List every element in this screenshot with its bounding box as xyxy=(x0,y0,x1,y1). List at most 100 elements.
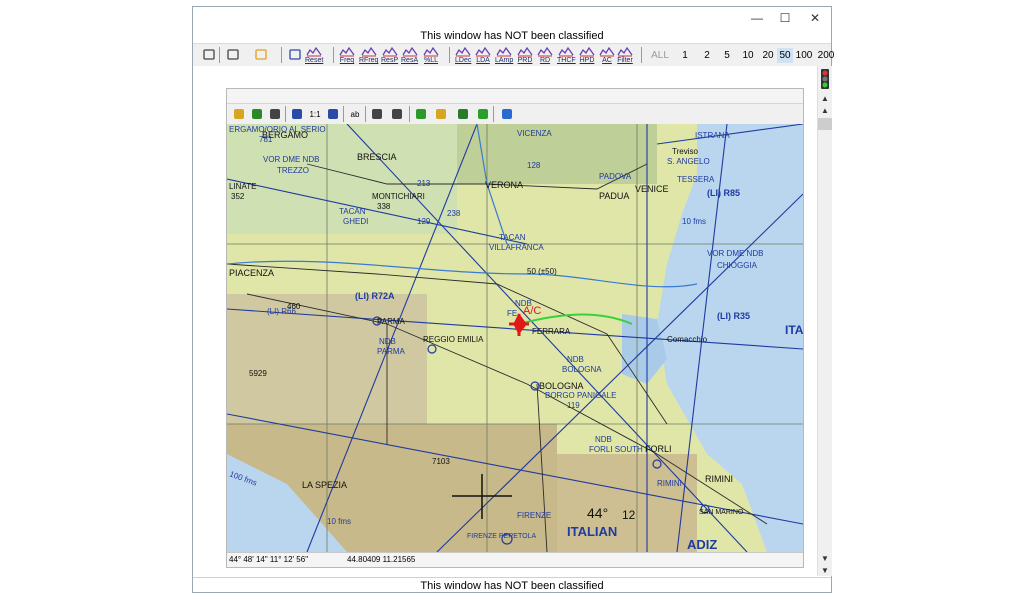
label-brescia: BRESCIA xyxy=(357,152,397,162)
label-chioggia-vor: VOR DME NDB xyxy=(707,249,763,258)
label-bologna: BOLOGNA xyxy=(539,381,584,391)
lamp-label: LAmp xyxy=(495,57,514,64)
clear-icon[interactable] xyxy=(413,106,429,122)
traffic-light-icon xyxy=(818,68,832,90)
close-button[interactable]: ✕ xyxy=(801,7,829,29)
filter-button[interactable]: Filter xyxy=(617,46,633,64)
label-bologna-ndb: BOLOGNA xyxy=(562,365,602,374)
lock-button[interactable] xyxy=(201,46,217,64)
label-aircraft: A/C xyxy=(523,305,541,317)
resp-icon xyxy=(382,46,398,57)
map-toolbar-separator xyxy=(343,106,344,122)
label-7103: 7103 xyxy=(432,457,450,466)
lamp-button[interactable]: LAmp xyxy=(495,46,513,64)
title-bar[interactable]: — ☐ ✕ xyxy=(193,7,831,29)
label-338: 338 xyxy=(377,202,391,211)
label-50: 50 (±50) xyxy=(527,267,557,276)
resa-icon xyxy=(402,46,418,57)
pctll-button[interactable]: %LL xyxy=(423,46,439,64)
thcf-button[interactable]: THCF xyxy=(557,46,576,64)
label-10fms: 10 fms xyxy=(682,217,706,226)
maximize-button[interactable]: ☐ xyxy=(771,7,799,29)
zoom-in-icon[interactable] xyxy=(289,106,305,122)
ldec-label: LDec xyxy=(455,57,472,64)
scroll-thumb[interactable] xyxy=(818,118,832,130)
label-ndb-forli: NDB xyxy=(595,435,612,444)
globe-icon[interactable] xyxy=(499,106,515,122)
label-montichiari: MONTICHIARI xyxy=(372,192,425,201)
save-image-icon[interactable] xyxy=(455,106,471,122)
scroll-top-button[interactable]: ▲ xyxy=(818,92,832,104)
range-100-button[interactable]: 100 xyxy=(793,48,815,63)
map-layer-icon[interactable] xyxy=(249,106,265,122)
label-forli-south: FORLI SOUTH xyxy=(589,445,643,454)
reset-button[interactable]: Reset xyxy=(305,46,323,64)
minimize-button[interactable]: — xyxy=(743,7,771,29)
range-200-button[interactable]: 200 xyxy=(815,48,837,63)
thcf-label: THCF xyxy=(557,57,576,64)
resp-button[interactable]: ResP xyxy=(381,46,398,64)
hpd-button[interactable]: HPD xyxy=(579,46,595,64)
person-icon[interactable] xyxy=(475,106,491,122)
vertical-scrollbar[interactable]: ▲ ▲ ▼ ▼ xyxy=(817,66,832,576)
label-forli: FORLI xyxy=(645,444,672,454)
label-sanmarino: SAN MARINO xyxy=(699,509,744,516)
map-view[interactable]: ERGAMO/ORIO AL SERIO 781 VOR DME NDB TRE… xyxy=(227,124,803,552)
rfreq-button[interactable]: RFreq xyxy=(359,46,378,64)
label-piacenza: PIACENZA xyxy=(229,268,274,278)
label-trezzo: TREZZO xyxy=(277,166,309,175)
range-10-button[interactable]: 10 xyxy=(739,48,757,63)
measure-icon[interactable] xyxy=(369,106,385,122)
range-all-button[interactable]: ALL xyxy=(649,48,671,63)
label-firenze: FIRENZE xyxy=(517,511,551,520)
pen-color-button[interactable] xyxy=(253,46,269,64)
toolbar-separator xyxy=(333,47,334,63)
label-213: 213 xyxy=(417,179,431,188)
map-toolbar-separator xyxy=(493,106,494,122)
classification-banner-bottom: This window has NOT been classified xyxy=(193,577,831,594)
range-50-button[interactable]: 50 xyxy=(777,48,793,63)
pctll-label: %LL xyxy=(423,57,438,64)
rd-label: RD xyxy=(539,57,551,64)
resa-button[interactable]: ResA xyxy=(401,46,418,64)
label-ital: ITAL xyxy=(785,323,803,337)
pan-hand-icon[interactable] xyxy=(389,106,405,122)
range-5-button[interactable]: 5 xyxy=(719,48,735,63)
ac-button[interactable]: AC xyxy=(599,46,615,64)
prd-button[interactable]: PRD xyxy=(517,46,533,64)
label-352: 352 xyxy=(231,192,245,201)
thcf-icon xyxy=(558,46,574,57)
zoom-out-icon[interactable] xyxy=(325,106,341,122)
open-folder-icon[interactable] xyxy=(231,106,247,122)
toolbar-separator xyxy=(219,47,220,63)
scroll-bottom-button[interactable]: ▼ xyxy=(818,564,832,576)
label-verona: VERONA xyxy=(485,180,523,190)
scroll-up-button[interactable]: ▲ xyxy=(818,104,832,116)
open-file-icon[interactable] xyxy=(433,106,449,122)
printer-button[interactable] xyxy=(225,46,241,64)
range-20-button[interactable]: 20 xyxy=(759,48,777,63)
grid-icon[interactable] xyxy=(267,106,283,122)
rd-button[interactable]: RD xyxy=(537,46,553,64)
toolbar-separator xyxy=(449,47,450,63)
label-borgo: BORGO PANIGALE xyxy=(545,391,616,400)
scroll-down-button[interactable]: ▼ xyxy=(818,552,832,564)
lda-button[interactable]: LDA xyxy=(475,46,491,64)
aeronautical-chart[interactable]: ERGAMO/ORIO AL SERIO 781 VOR DME NDB TRE… xyxy=(227,124,803,552)
select-button[interactable] xyxy=(287,46,303,64)
label-parma-ndb: PARMA xyxy=(377,347,406,356)
label-ferrara: FERRARA xyxy=(532,327,571,336)
classification-banner-top: This window has NOT been classified xyxy=(420,30,604,42)
ac-icon xyxy=(599,46,615,57)
label-238: 238 xyxy=(447,209,461,218)
label-villafranca: VILLAFRANCA xyxy=(489,243,544,252)
label-chioggia: CHIOGGIA xyxy=(717,261,758,270)
one-to-one-icon[interactable]: 1:1 xyxy=(307,106,323,122)
ldec-button[interactable]: LDec xyxy=(455,46,471,64)
range-1-button[interactable]: 1 xyxy=(677,48,693,63)
freq-button[interactable]: Freq xyxy=(339,46,355,64)
range-2-button[interactable]: 2 xyxy=(699,48,715,63)
label-adiz: ADIZ xyxy=(687,537,717,552)
prd-label: PRD xyxy=(517,57,533,64)
text-label-icon[interactable]: ab xyxy=(347,106,363,122)
